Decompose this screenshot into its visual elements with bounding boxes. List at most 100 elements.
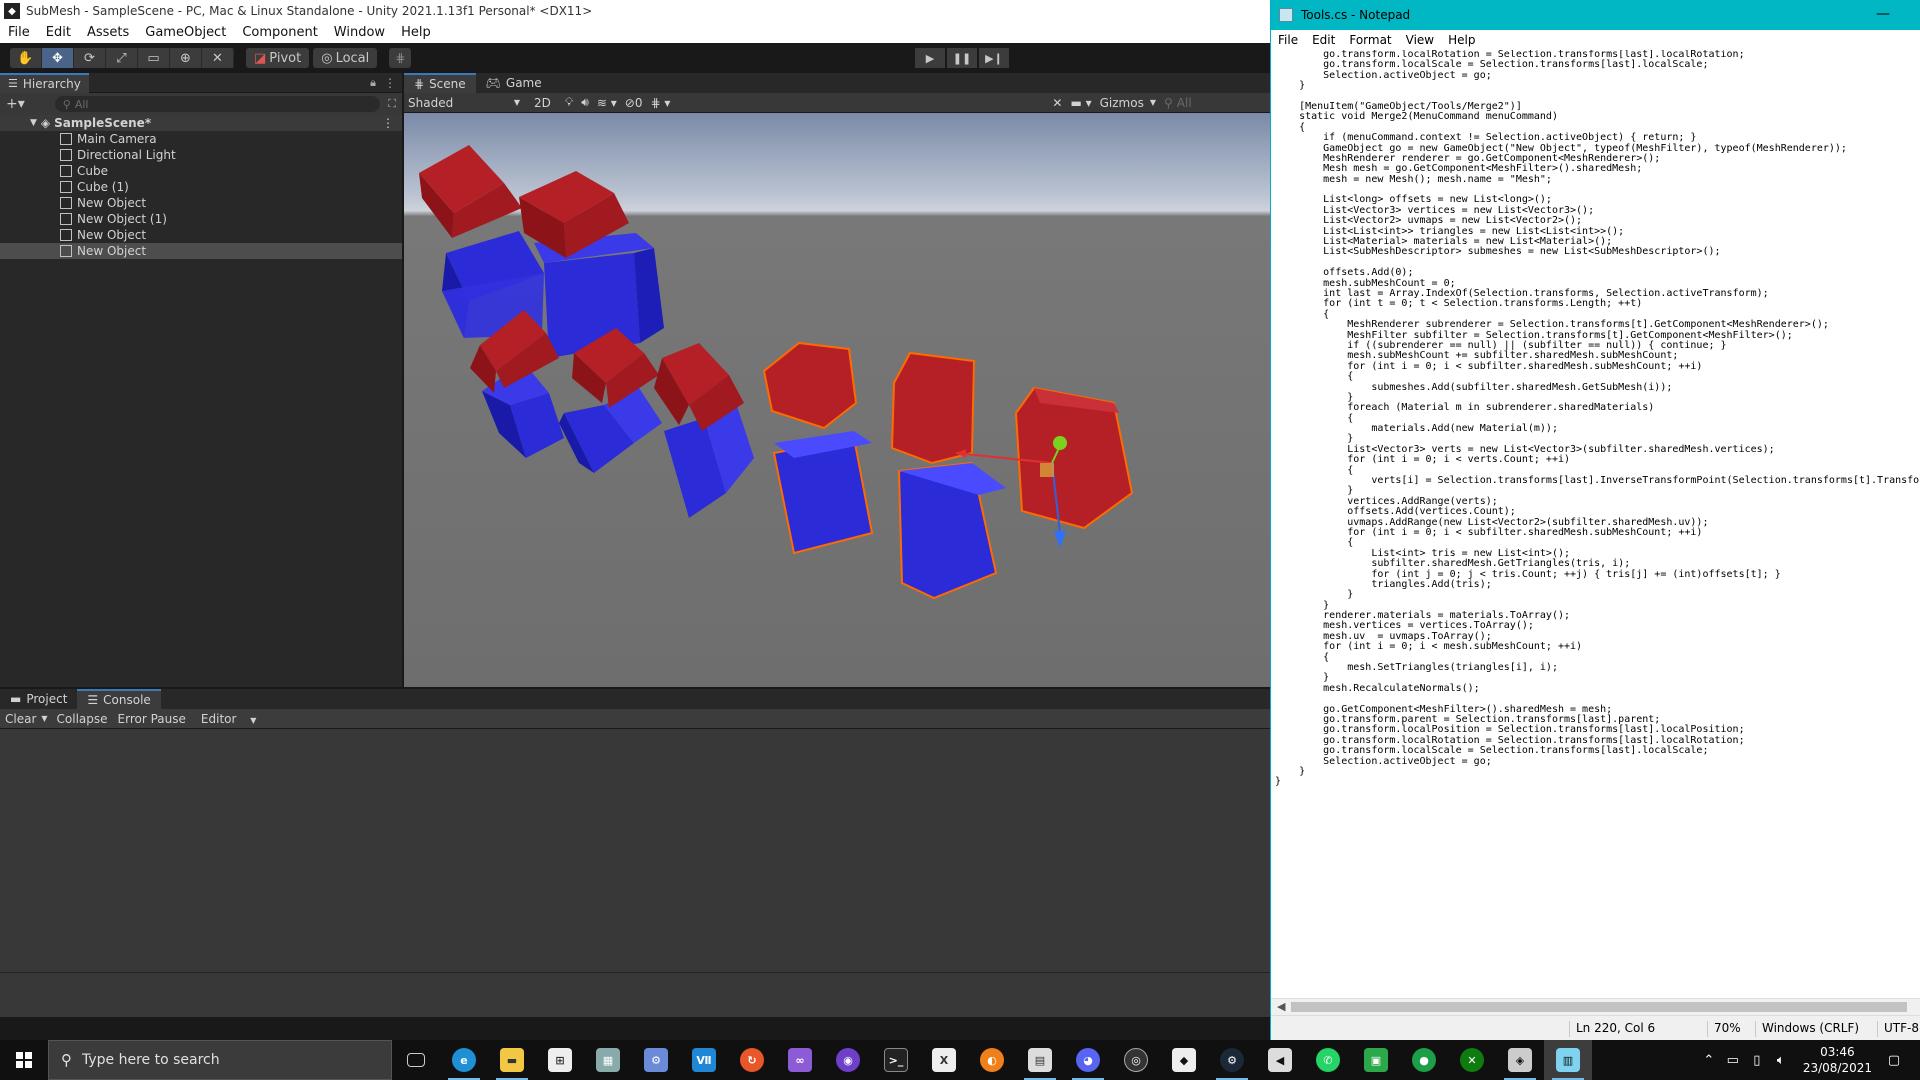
hierarchy-item[interactable]: Cube (1) [0,179,402,195]
hierarchy-item[interactable]: New Object [0,243,402,259]
audio-toggle-icon[interactable]: 🔊︎ [577,94,593,112]
scale-tool-icon[interactable]: ⤢ [106,48,138,68]
github-icon[interactable]: ◉ [824,1040,872,1080]
selected-cube-pair-2[interactable] [890,351,1006,600]
menu-gameobject[interactable]: GameObject [137,25,234,40]
console-divider[interactable] [0,972,1270,973]
local-toggle[interactable]: ◎ Local [313,48,378,68]
effects-dropdown-icon[interactable]: ≋ ▾ [593,94,621,112]
np-menu-view[interactable]: View [1399,33,1441,47]
add-icon[interactable]: +▾ [6,96,25,112]
menu-help[interactable]: Help [393,25,439,40]
excel-icon[interactable]: X [920,1040,968,1080]
app-5-icon[interactable]: ▦ [584,1040,632,1080]
scene-search-input[interactable]: ⚲ All [1160,94,1270,112]
cube-pair-5[interactable] [654,343,754,518]
toggle-2d-button[interactable]: 2D [530,94,555,112]
app-6-icon[interactable]: ⚙ [632,1040,680,1080]
chevron-down-icon[interactable]: ▼ [41,714,51,723]
menu-edit[interactable]: Edit [38,25,79,40]
clear-button[interactable]: Clear [0,712,41,726]
unity-editor-icon[interactable]: ◈ [1496,1040,1544,1080]
tools-icon[interactable]: ✕ [1048,94,1066,112]
hierarchy-search-input[interactable]: ⚲ All [54,96,381,112]
transform-tool-icon[interactable]: ⊕ [170,48,202,68]
tab-game[interactable]: 🎮︎ Game [476,73,552,93]
hierarchy-item[interactable]: Main Camera [0,131,402,147]
lock-icon[interactable]: 🔒︎ [370,76,376,90]
console-log-area[interactable] [0,729,1270,1019]
discord-icon[interactable]: ◕ [1064,1040,1112,1080]
terminal-icon[interactable]: >_ [872,1040,920,1080]
tab-project[interactable]: ▬ Project [0,689,77,709]
vscode-icon[interactable]: Ⅶ [680,1040,728,1080]
unity-icon[interactable]: ◀ [1256,1040,1304,1080]
pivot-toggle[interactable]: ◪ Pivot [246,48,310,68]
task-view-icon[interactable] [392,1040,440,1080]
np-menu-format[interactable]: Format [1342,33,1398,47]
np-menu-file[interactable]: File [1271,33,1305,47]
hand-tool-icon[interactable]: ✋ [10,48,42,68]
edge-icon[interactable]: e [440,1040,488,1080]
xbox-icon[interactable]: ✕ [1448,1040,1496,1080]
tab-hierarchy[interactable]: ☰ Hierarchy [0,72,89,93]
pause-icon[interactable]: ❚❚ [947,48,977,68]
obs-icon[interactable]: ◎ [1112,1040,1160,1080]
scene-viewport[interactable] [404,113,1270,687]
cube-pair-1[interactable] [419,145,544,338]
taskbar-search-input[interactable]: ⚲ Type here to search [48,1040,392,1080]
network-icon[interactable]: ▭ [1721,1040,1745,1080]
rect-tool-icon[interactable]: ▭ [138,48,170,68]
collapse-button[interactable]: Collapse [52,712,113,726]
notepad-text-area[interactable]: go.transform.localRotation = Selection.t… [1271,50,1920,998]
hidden-objects-toggle[interactable]: ⊘ 0 [621,94,647,112]
horizontal-scrollbar[interactable]: ◀ [1271,998,1920,1015]
windows-start-icon[interactable] [0,1040,48,1080]
scene-root-row[interactable]: ▼ ◈ SampleScene* ⋮ [0,115,402,131]
kebab-menu-icon[interactable]: ⋮ [384,76,396,90]
move-tool-icon[interactable]: ✥ [42,48,74,68]
steam-icon[interactable]: ⚙ [1208,1040,1256,1080]
file-explorer-icon[interactable]: ▬ [488,1040,536,1080]
menu-component[interactable]: Component [234,25,325,40]
custom-tool-icon[interactable]: ✕ [202,48,234,68]
notepad-file-icon[interactable]: ▤ [1016,1040,1064,1080]
scrollbar-thumb[interactable] [1291,1002,1907,1012]
notepad-app-icon[interactable]: ▥ [1544,1040,1592,1080]
gizmos-dropdown[interactable]: Gizmos ▼ [1096,94,1160,112]
whatsapp-icon[interactable]: ✆ [1304,1040,1352,1080]
grid-dropdown-icon[interactable]: ⋕ ▾ [646,94,674,112]
expand-arrow-icon[interactable]: ▼ [30,118,37,128]
np-menu-help[interactable]: Help [1441,33,1482,47]
tab-scene[interactable]: ⋕ Scene [404,73,476,93]
hierarchy-item[interactable]: New Object [0,227,402,243]
hierarchy-item[interactable]: New Object (1) [0,211,402,227]
visual-studio-icon[interactable]: ∞ [776,1040,824,1080]
volume-icon[interactable]: 🔈︎ [1769,1040,1793,1080]
selected-cube-active[interactable] [1014,386,1134,530]
tab-console[interactable]: ☰ Console [77,689,161,709]
np-menu-edit[interactable]: Edit [1305,33,1342,47]
rotate-tool-icon[interactable]: ⟳ [74,48,106,68]
error-pause-button[interactable]: Error Pause [113,712,191,726]
battery-icon[interactable]: ▯ [1745,1040,1769,1080]
camera-dropdown-icon[interactable]: ▬ ▾ [1066,94,1095,112]
menu-file[interactable]: File [0,25,38,40]
scroll-left-icon[interactable]: ◀ [1277,1000,1285,1013]
store-icon[interactable]: ⊞ [536,1040,584,1080]
minimize-icon[interactable]: — [1876,6,1890,22]
app-22-icon[interactable]: ● [1400,1040,1448,1080]
editor-dropdown[interactable]: Editor ▼ [191,712,267,726]
menu-assets[interactable]: Assets [79,25,137,40]
blender-icon[interactable]: ◐ [968,1040,1016,1080]
scene-visibility-icon[interactable]: ⛶ [388,97,396,111]
hierarchy-item[interactable]: New Object [0,195,402,211]
notifications-icon[interactable]: ▢ [1882,1040,1906,1080]
scene-menu-icon[interactable]: ⋮ [382,116,394,130]
hierarchy-item[interactable]: Directional Light [0,147,402,163]
play-icon[interactable]: ▶ [915,48,945,68]
lighting-toggle-icon[interactable]: 💡︎ [561,94,577,112]
shading-mode-dropdown[interactable]: Shaded ▼ [404,94,524,112]
chevron-up-icon[interactable]: ⌃ [1697,1040,1721,1080]
app-21-icon[interactable]: ▣ [1352,1040,1400,1080]
